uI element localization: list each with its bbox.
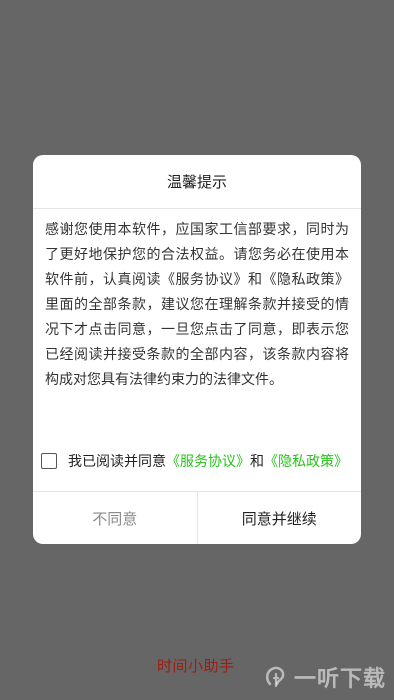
privacy-policy-link[interactable]: 《隐私政策》	[264, 451, 348, 471]
service-agreement-link[interactable]: 《服务协议》	[166, 451, 250, 471]
disagree-button[interactable]: 不同意	[33, 492, 198, 544]
agree-continue-button[interactable]: 同意并继续	[198, 492, 362, 544]
and-text: 和	[250, 454, 264, 470]
watermark-text: 一听下载	[294, 667, 387, 692]
dialog-body-text: 感谢您使用本软件，应国家工信部要求，同时为了更好地保护您的合法权益。请您务必在使…	[45, 222, 349, 388]
agree-checkbox[interactable]	[41, 453, 57, 469]
agreement-row: 我已阅读并同意 《服务协议》 和 《隐私政策》	[41, 449, 348, 473]
dialog-button-row: 不同意 同意并继续	[33, 491, 361, 544]
dialog-title: 温馨提示	[33, 155, 361, 209]
watermark: 一听下载	[262, 660, 386, 694]
app-name-text: 时间小助手	[157, 657, 235, 675]
agree-prefix-text: 我已阅读并同意	[68, 454, 166, 470]
privacy-dialog: 温馨提示 感谢您使用本软件，应国家工信部要求，同时为了更好地保护您的合法权益。请…	[33, 155, 361, 544]
ear-logo-icon	[266, 666, 285, 688]
